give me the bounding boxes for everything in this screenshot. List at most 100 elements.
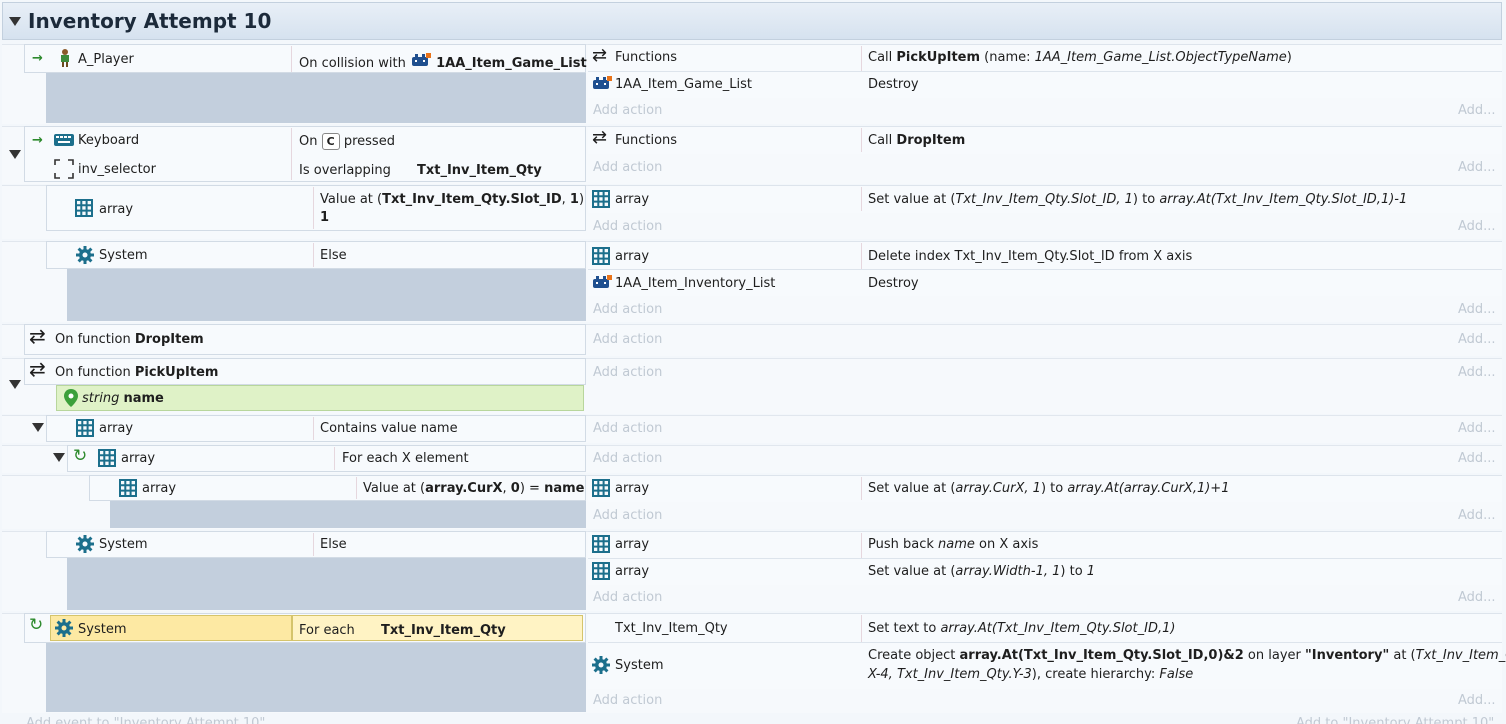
action-text: Destroy [868, 276, 919, 291]
divider [313, 187, 314, 229]
group-title: Inventory Attempt 10 [28, 9, 272, 33]
divider [356, 477, 357, 499]
add-action-link[interactable]: Add action [593, 508, 662, 524]
add-action-link[interactable]: Add action [593, 332, 662, 348]
action-object: 1AA_Item_Game_List [615, 77, 752, 92]
collapse-event-icon[interactable] [53, 453, 65, 462]
divider [291, 46, 292, 72]
collapse-event-icon[interactable] [9, 150, 21, 159]
event-8-action-1[interactable] [588, 531, 1502, 558]
add-more-link[interactable]: Add... [1458, 219, 1496, 235]
trigger-arrow-icon: → [32, 133, 43, 148]
action-text-line2: X-4, Txt_Inv_Item_Qty.Y-3), create hiera… [868, 667, 1194, 682]
add-more-link[interactable]: Add... [1458, 508, 1496, 524]
add-action-link[interactable]: Add action [593, 451, 662, 467]
add-event-link[interactable]: Add event to "Inventory Attempt 10"... [26, 716, 278, 724]
add-action-link[interactable]: Add action [593, 103, 662, 119]
add-more-link[interactable]: Add... [1458, 421, 1496, 437]
event-1-condition-text: On collision with 1AA_Item_Game_List [299, 53, 587, 74]
add-action-link[interactable]: Add action [593, 160, 662, 176]
event-2-condition-1: On C pressed [299, 133, 395, 150]
action-object: System [615, 658, 664, 673]
event-5-condition-text: Contains value name [320, 421, 458, 436]
event-4-condition-text: Else [320, 248, 347, 263]
add-action-link[interactable]: Add action [593, 219, 662, 235]
function-icon: ⇄ [29, 357, 46, 381]
add-more-link[interactable]: Add... [1458, 160, 1496, 176]
add-more-link[interactable]: Add... [1458, 103, 1496, 119]
trigger-arrow-icon: → [32, 51, 43, 66]
array-icon [592, 562, 610, 584]
event-6-object: array [121, 451, 156, 466]
add-more-link[interactable]: Add... [1458, 590, 1496, 606]
divider [313, 417, 314, 440]
player-sprite-icon [57, 48, 73, 72]
event-7-condition-space[interactable] [110, 501, 586, 528]
gear-icon [592, 656, 610, 678]
add-more-link[interactable]: Add... [1458, 302, 1496, 318]
selector-sprite-icon [54, 159, 74, 183]
event-2-action-1[interactable] [588, 126, 1502, 154]
function-title: On function DropItem [55, 332, 204, 347]
event-7-condition-text: Value at (array.CurX, 0) = name [363, 481, 585, 496]
add-action-link[interactable]: Add action [593, 302, 662, 318]
action-object: 1AA_Item_Inventory_List [615, 276, 776, 291]
array-icon [76, 419, 94, 441]
event-9-object: System [78, 622, 127, 637]
event-8-condition-space[interactable] [67, 558, 586, 610]
gear-icon [76, 535, 94, 557]
functions-icon: ⇄ [592, 127, 608, 148]
add-action-link[interactable]: Add action [593, 590, 662, 606]
event-2-object-1: Keyboard [78, 133, 140, 148]
action-text: Set text to array.At(Txt_Inv_Item_Qty.Sl… [868, 621, 1176, 636]
event-5-object: array [99, 421, 134, 436]
item-list-icon [591, 275, 613, 295]
event-1-condition-space[interactable] [46, 73, 586, 123]
collapse-function-icon[interactable] [9, 380, 21, 389]
divider [861, 187, 862, 211]
item-list-icon [410, 53, 432, 74]
add-to-group-link[interactable]: Add to "Inventory Attempt 10"... [1296, 716, 1506, 724]
event-9-condition-object: Txt_Inv_Item_Qty [381, 623, 506, 638]
gear-icon [76, 246, 94, 268]
collapse-group-icon[interactable] [9, 17, 21, 26]
collapse-event-icon[interactable] [32, 423, 44, 432]
event-3-object: array [99, 202, 134, 217]
function-icon: ⇄ [29, 324, 46, 348]
event-8-condition-text: Else [320, 537, 347, 552]
action-object: Functions [615, 50, 678, 65]
item-list-icon [591, 76, 613, 96]
add-more-link[interactable]: Add... [1458, 365, 1496, 381]
function-title: On function PickUpItem [55, 365, 219, 380]
action-text: Set value at (Txt_Inv_Item_Qty.Slot_ID, … [868, 192, 1408, 207]
divider [861, 128, 862, 152]
event-3-condition-text: Value at (Txt_Inv_Item_Qty.Slot_ID, 1) > [320, 192, 599, 207]
add-action-link[interactable]: Add action [593, 693, 662, 709]
event-2-condition-2-object: Txt_Inv_Item_Qty [417, 163, 542, 178]
event-4-condition-space[interactable] [67, 269, 586, 321]
array-icon [98, 449, 116, 471]
add-more-link[interactable]: Add... [1458, 332, 1496, 348]
divider [334, 447, 335, 470]
divider [291, 128, 292, 180]
action-text-line1: Create object array.At(Txt_Inv_Item_Qty.… [868, 648, 1506, 663]
add-more-link[interactable]: Add... [1458, 693, 1496, 709]
action-object: array [615, 537, 650, 552]
array-icon [592, 535, 610, 557]
add-action-link[interactable]: Add action [593, 421, 662, 437]
add-action-link[interactable]: Add action [593, 365, 662, 381]
add-more-link[interactable]: Add... [1458, 451, 1496, 467]
event-2-object-2: inv_selector [78, 162, 156, 177]
action-object: Functions [615, 133, 678, 148]
event-9-condition-text: For each [299, 623, 355, 638]
event-1-object: A_Player [78, 52, 134, 67]
array-icon [592, 190, 610, 212]
event-3-condition-text-line2: 1 [320, 210, 330, 225]
event-7-object: array [142, 481, 177, 496]
action-text: Call PickUpItem (name: 1AA_Item_Game_Lis… [868, 50, 1292, 65]
array-icon [592, 247, 610, 269]
action-text: Destroy [868, 77, 919, 92]
divider [861, 477, 862, 500]
array-icon [75, 199, 93, 221]
event-9-condition-space[interactable] [46, 643, 586, 712]
